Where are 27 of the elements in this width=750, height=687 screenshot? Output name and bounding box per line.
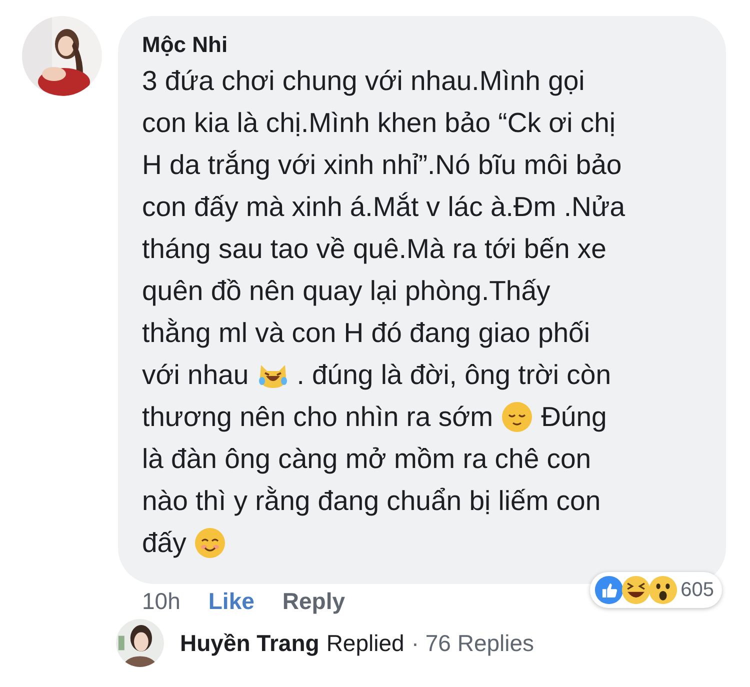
replied-label: Replied	[326, 630, 404, 656]
comment-text: nào thì y rằng đang chuẩn bị liếm con	[142, 484, 601, 518]
comment-text: Đúng	[541, 400, 607, 434]
comment-text: con đấy mà xinh á.Mắt v lác à.Đm .Nửa	[142, 190, 626, 224]
comment-text: . đúng là đời, ông trời còn	[296, 358, 612, 392]
comment-text: với nhau	[142, 358, 249, 392]
like-link[interactable]: Like	[208, 588, 254, 615]
comment-text: H da trắng với xinh nhỉ”.Nó bĩu môi bảo	[142, 148, 622, 182]
thumbs-up-icon	[594, 575, 624, 605]
comment-text: tháng sau tao về quê.Mà ra tới bến xe	[142, 232, 606, 266]
comment-time: 10h	[142, 588, 180, 615]
laughing-face-icon	[620, 575, 651, 605]
replier-name[interactable]: Huyền Trang	[180, 630, 320, 656]
comment-text: thương nên cho nhìn ra sớm	[142, 400, 494, 434]
reply-link[interactable]: Reply	[282, 588, 346, 615]
replies-link[interactable]: · 76 Replies	[411, 630, 534, 656]
comment-text: quên đồ nên quay lại phòng.Thấy	[142, 274, 550, 308]
smiling-face-icon	[194, 527, 226, 559]
comment-text: là đàn ông càng mở mồm ra chê con	[142, 442, 592, 476]
relieved-face-icon	[501, 401, 534, 433]
author-name[interactable]: Mộc Nhi	[142, 32, 716, 58]
comment-text: thằng ml và con H đó đang giao phối	[142, 316, 590, 350]
comment-text: 3 đứa chơi chung với nhau.Mình gọi	[142, 64, 585, 98]
comment-text: con kia là chị.Mình khen bảo “Ck ơi chị	[142, 106, 616, 140]
reactions-pill[interactable]: 605	[590, 572, 722, 608]
comment-text: đấy	[142, 526, 186, 560]
surprised-face-icon	[648, 575, 678, 605]
